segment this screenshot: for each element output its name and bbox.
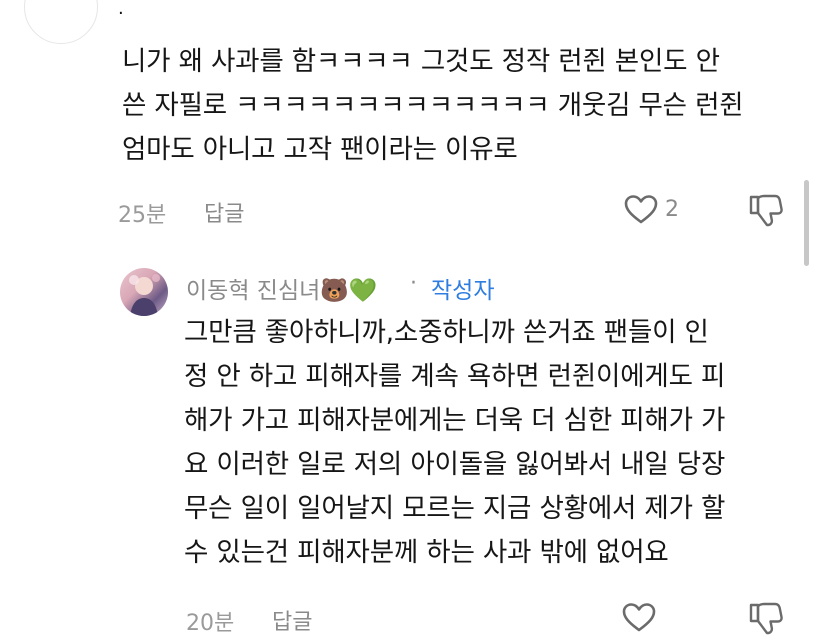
comment-dislike-button[interactable] — [748, 192, 784, 228]
thumbs-down-outline-icon — [749, 194, 783, 227]
reply-text-line: 수 있는건 피해자분께 하는 사과 밖에 없어요 — [184, 537, 669, 568]
reply-dislike-button[interactable] — [748, 600, 784, 636]
comment-timestamp: 25분 — [118, 203, 167, 228]
like-count: 2 — [665, 196, 679, 222]
author-badge: 작성자 — [431, 278, 495, 304]
comment-text-line: 쓴 자필로 ㅋㅋㅋㅋㅋㅋㅋㅋㅋㅋㅋㅋㅋ 개웃김 무슨 런쥔 — [122, 90, 744, 121]
reply-text-line: 해가 가고 피해자분에게는 더욱 더 심한 피해가 가 — [184, 405, 726, 436]
reply-reply-button[interactable]: 답글 — [272, 604, 312, 636]
commenter-avatar[interactable] — [24, 0, 98, 44]
heart-outline-icon — [624, 195, 658, 224]
reply-like-button[interactable] — [621, 601, 657, 633]
comment-author-name[interactable]: · — [118, 4, 124, 24]
comment-text-line: 니가 왜 사과를 함ㅋㅋㅋㅋ 그것도 정작 런쥔 본인도 안 — [122, 46, 720, 77]
reply-text-line: 요 이러한 일로 저의 아이돌을 잃어봐서 내일 당장 — [184, 449, 726, 480]
comment-text-line: 엄마도 아니고 고작 팬이라는 이유로 — [122, 134, 518, 165]
reply-text-line: 무슨 일이 일어날지 모르는 지금 상황에서 제가 할 — [184, 493, 726, 524]
heart-outline-icon — [622, 603, 656, 632]
reply-author-name-text: 이동혁 진심녀 — [186, 278, 321, 304]
reply-text-line: 정 안 하고 피해자를 계속 욕하면 런쥔이에게도 피 — [184, 361, 726, 392]
avatar-photo — [129, 274, 160, 316]
comment-reply-button[interactable]: 답글 — [204, 196, 244, 228]
badge-separator: · — [410, 271, 417, 296]
reply-author-name[interactable]: 이동혁 진심녀🐻💚 — [186, 271, 378, 305]
scrollbar-thumb[interactable] — [804, 180, 809, 266]
thumbs-down-outline-icon — [749, 602, 783, 635]
comment-like-button[interactable]: 2 — [623, 193, 679, 225]
reply-author-emojis: 🐻💚 — [320, 278, 378, 304]
reply-text-line: 그만큼 좋아하니까,소중하니까 쓴거죠 팬들이 인 — [184, 317, 709, 348]
reply-timestamp: 20분 — [186, 611, 235, 636]
reply-author-avatar[interactable] — [120, 268, 168, 316]
